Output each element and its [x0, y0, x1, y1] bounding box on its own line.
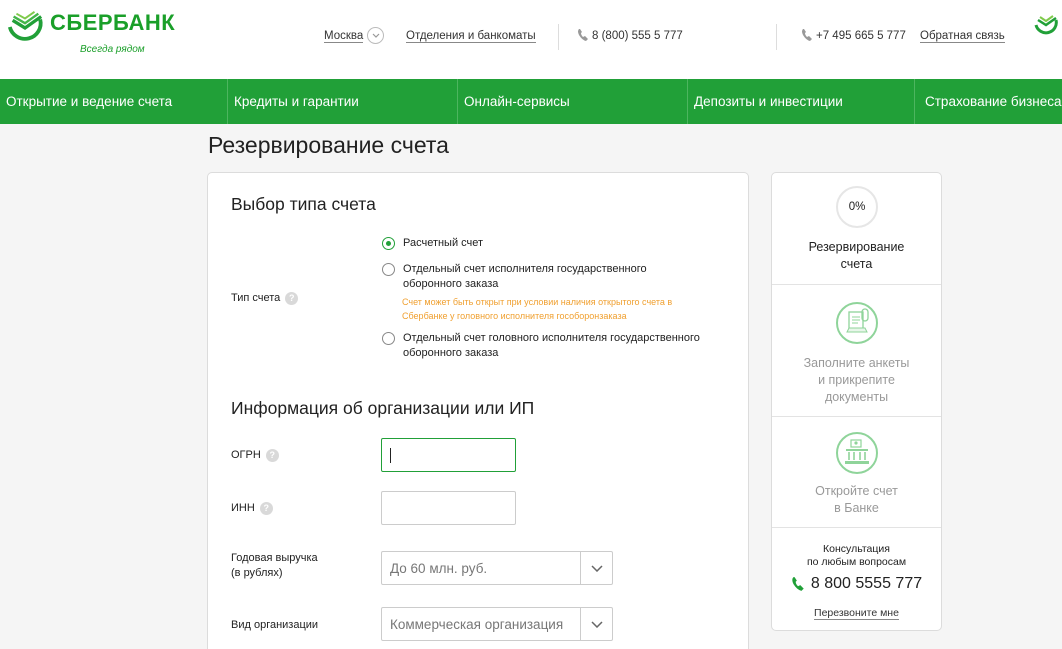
nav-item-insurance[interactable]: Страхование бизнеса — [915, 79, 1062, 124]
radio-note: Счет может быть открыт при условии налич… — [402, 297, 673, 321]
sberbank-logo[interactable]: СБЕРБАНК Всегда рядом — [6, 8, 175, 55]
callback-link-text[interactable]: Перезвоните мне — [814, 607, 899, 620]
bank-building-icon — [836, 432, 878, 474]
radio-option-executor[interactable]: Отдельный счет исполнителя государственн… — [382, 262, 703, 292]
radio-option-head-executor[interactable]: Отдельный счет головного исполнителя гос… — [382, 331, 703, 361]
feedback-link[interactable]: Обратная связь — [920, 30, 1005, 43]
radio-button[interactable] — [382, 237, 395, 250]
revenue-select[interactable]: До 60 млн. руб. — [381, 551, 613, 585]
help-icon[interactable]: ? — [285, 292, 299, 305]
inn-label: ИНН ? — [231, 501, 273, 516]
ogrn-label: ОГРН ? — [231, 448, 279, 463]
consult-line-2: по любым вопросам — [806, 556, 907, 568]
revenue-label: Годовая выручка (в рублях) — [231, 551, 318, 581]
inn-input[interactable] — [381, 491, 516, 525]
chevron-down-icon[interactable] — [367, 27, 384, 44]
radio-label: Отдельный счет исполнителя государственн… — [403, 263, 647, 290]
inn-label-text: ИНН — [231, 502, 255, 514]
radio-button[interactable] — [382, 332, 395, 345]
step-1-line-1: Резервирование — [808, 240, 905, 254]
org-type-select-value: Коммерческая организация — [390, 616, 564, 632]
revenue-label-line-2: (в рублях) — [231, 567, 283, 579]
radio-option-settlement[interactable]: Расчетный счет — [382, 236, 703, 251]
sberbank-logo-icon — [7, 11, 43, 41]
org-type-select[interactable]: Коммерческая организация — [381, 607, 613, 641]
chevron-down-icon[interactable] — [580, 552, 612, 584]
account-type-label: Тип счета ? — [231, 291, 299, 306]
step-3-line-1: Откройте счет — [815, 484, 898, 498]
nav-item-accounts[interactable]: Открытие и ведение счета — [0, 79, 228, 124]
nav-item-online[interactable]: Онлайн-сервисы — [458, 79, 688, 124]
revenue-select-value: До 60 млн. руб. — [390, 560, 488, 576]
radio-label: Отдельный счет головного исполнителя гос… — [403, 332, 700, 359]
logo-slogan: Всегда рядом — [80, 44, 145, 55]
progress-sidebar: 0% Резервирование счета Заполните анкеты… — [771, 172, 942, 631]
document-icon — [836, 302, 878, 344]
phone-icon — [792, 577, 804, 591]
sidebar-phone-number: 8 800 5555 777 — [810, 575, 923, 592]
reservation-form: Выбор типа счета Тип счета ? Расчетный с… — [207, 172, 749, 649]
sberbank-logo-icon[interactable] — [1034, 13, 1058, 37]
header-phone-1: 8 (800) 555 5 777 — [592, 30, 683, 42]
sidebar-phone: 8 800 5555 777 — [772, 575, 941, 593]
phone-icon — [578, 29, 588, 41]
help-icon[interactable]: ? — [265, 449, 279, 462]
consultation-text: Консультация по любым вопросам — [772, 543, 941, 569]
ogrn-label-text: ОГРН — [231, 449, 261, 461]
step-1-line-2: счета — [840, 257, 873, 271]
page-title: Резервирование счета — [208, 132, 449, 158]
revenue-label-line-1: Годовая выручка — [231, 552, 318, 564]
step-documents: Заполните анкеты и прикрепите документы — [772, 285, 941, 417]
step-2-line-1: Заполните анкеты — [803, 356, 910, 370]
ogrn-input[interactable] — [381, 438, 516, 472]
header-divider — [776, 24, 777, 50]
step-1-text: Резервирование счета — [772, 239, 941, 273]
header-phone-2: +7 495 665 5 777 — [816, 30, 906, 42]
header-divider — [558, 24, 559, 50]
step-3-line-2: в Банке — [834, 501, 879, 515]
step-2-line-3: документы — [824, 390, 889, 404]
account-type-label-text: Тип счета — [231, 292, 281, 304]
step-open-account: Откройте счет в Банке — [772, 417, 941, 528]
site-header: СБЕРБАНК Всегда рядом Москва Отделения и… — [0, 0, 1062, 79]
branches-link[interactable]: Отделения и банкоматы — [406, 30, 536, 43]
help-icon[interactable]: ? — [259, 502, 273, 515]
callback-link[interactable]: Перезвоните мне — [772, 603, 941, 621]
phone-icon — [802, 29, 812, 41]
main-nav: Открытие и ведение счета Кредиты и гаран… — [0, 79, 1062, 124]
consult-line-1: Консультация — [823, 543, 890, 555]
progress-indicator: 0% — [836, 186, 878, 228]
org-type-label: Вид организации — [231, 619, 319, 631]
section-title-org-info: Информация об организации или ИП — [231, 398, 535, 418]
logo-name: СБЕРБАНК — [50, 10, 176, 35]
step-reservation: 0% Резервирование счета — [772, 173, 941, 285]
chevron-down-icon[interactable] — [580, 608, 612, 640]
step-3-text: Откройте счет в Банке — [772, 483, 941, 517]
radio-label: Расчетный счет — [403, 237, 484, 249]
nav-item-credits[interactable]: Кредиты и гарантии — [228, 79, 458, 124]
step-2-text: Заполните анкеты и прикрепите документы — [772, 355, 941, 406]
step-2-line-2: и прикрепите — [818, 373, 895, 387]
radio-button[interactable] — [382, 263, 395, 276]
section-title-account-type: Выбор типа счета — [231, 194, 376, 214]
city-selector[interactable]: Москва — [324, 30, 364, 43]
nav-item-deposits[interactable]: Депозиты и инвестиции — [688, 79, 915, 124]
text-caret — [390, 448, 391, 463]
